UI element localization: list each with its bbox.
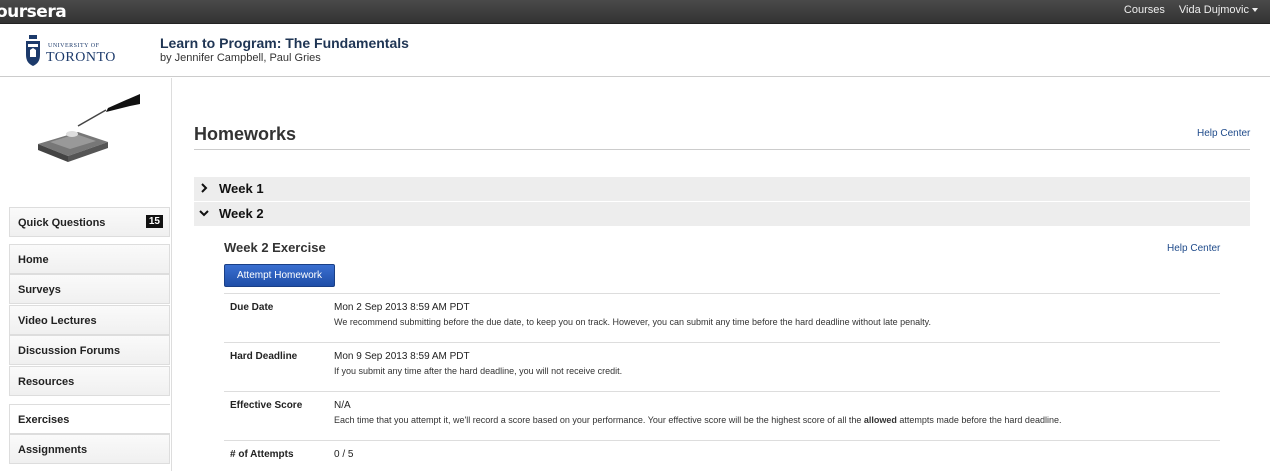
logo-toronto: TORONTO <box>46 50 116 65</box>
logo-university-of: UNIVERSITY OF <box>48 43 100 49</box>
attempts-row: # of Attempts 0 / 5 <box>224 440 1220 471</box>
sidebar-item-label: Resources <box>18 376 75 388</box>
sidebar-item-label: Quick Questions <box>18 217 106 229</box>
sidebar-item-label: Discussion Forums <box>18 345 121 357</box>
sidebar-item-surveys[interactable]: Surveys <box>9 274 170 304</box>
hard-deadline-row: Hard Deadline Mon 9 Sep 2013 8:59 AM PDT… <box>224 342 1220 391</box>
course-title[interactable]: Learn to Program: The Fundamentals <box>160 35 409 51</box>
help-center-link[interactable]: Help Center <box>1197 128 1250 139</box>
exercise-title: Week 2 Exercise <box>224 240 326 255</box>
sidebar-item-resources[interactable]: Resources <box>9 366 170 396</box>
crest-icon <box>26 35 40 66</box>
course-header: UNIVERSITY OF TORONTO Learn to Program: … <box>0 25 1270 77</box>
count-badge: 15 <box>145 215 163 228</box>
week-label: Week 2 <box>219 206 264 221</box>
course-authors: by Jennifer Campbell, Paul Gries <box>160 52 321 64</box>
sidebar-item-assignments[interactable]: Assignments <box>9 434 170 464</box>
attempt-homework-button[interactable]: Attempt Homework <box>224 264 335 287</box>
sidebar-item-label: Home <box>18 254 49 266</box>
effective-score-row: Effective Score N/A Each time that you a… <box>224 391 1220 440</box>
university-logo[interactable]: UNIVERSITY OF TORONTO <box>24 35 124 69</box>
top-right-menu: Courses Vida Dujmovic <box>1124 4 1258 16</box>
due-date-value: Mon 2 Sep 2013 8:59 AM PDT <box>334 302 470 313</box>
effective-score-label: Effective Score <box>230 400 303 411</box>
sidebar-item-home[interactable]: Home <box>9 244 170 274</box>
hard-deadline-value: Mon 9 Sep 2013 8:59 AM PDT <box>334 351 470 362</box>
sidebar-item-label: Assignments <box>18 444 88 456</box>
effective-score-value: N/A <box>334 400 351 411</box>
sidebar-item-label: Exercises <box>18 414 70 426</box>
caret-down-icon <box>1252 8 1258 13</box>
note-text: Each time that you attempt it, we'll rec… <box>334 415 864 425</box>
sidebar-item-label: Surveys <box>18 284 61 296</box>
attempts-label: # of Attempts <box>230 449 294 460</box>
effective-score-note: Each time that you attempt it, we'll rec… <box>334 415 1061 425</box>
courses-link[interactable]: Courses <box>1124 4 1165 16</box>
sidebar: Quick Questions 15 Home Surveys Video Le… <box>0 78 172 471</box>
sidebar-item-video-lectures[interactable]: Video Lectures <box>9 305 170 335</box>
course-thumbnail-image <box>38 94 140 162</box>
sidebar-item-label: Video Lectures <box>18 315 97 327</box>
sidebar-item-discussion-forums[interactable]: Discussion Forums <box>9 335 170 365</box>
divider <box>194 149 1250 150</box>
sidebar-item-quick-questions[interactable]: Quick Questions 15 <box>9 207 170 237</box>
top-navbar: oursera Courses Vida Dujmovic <box>0 0 1270 24</box>
exercise-help-center-link[interactable]: Help Center <box>1167 243 1220 254</box>
user-name: Vida Dujmovic <box>1178 4 1249 16</box>
sidebar-item-exercises[interactable]: Exercises <box>9 404 170 434</box>
chevron-right-icon <box>201 183 208 193</box>
hard-deadline-note: If you submit any time after the hard de… <box>334 366 623 376</box>
week-label: Week 1 <box>219 181 264 196</box>
due-date-note: We recommend submitting before the due d… <box>334 317 932 327</box>
due-date-label: Due Date <box>230 302 274 313</box>
note-bold-text: allowed <box>863 415 897 425</box>
user-menu[interactable]: Vida Dujmovic <box>1179 4 1258 16</box>
week-2-toggle[interactable]: Week 2 <box>194 202 1250 226</box>
week-1-toggle[interactable]: Week 1 <box>194 177 1250 201</box>
note-text: attempts made before the hard deadline. <box>896 415 1062 425</box>
page-title: Homeworks <box>194 124 297 144</box>
chevron-down-icon <box>199 210 209 217</box>
attempts-value: 0 / 5 <box>334 449 354 460</box>
coursera-logo[interactable]: oursera <box>0 2 67 22</box>
due-date-row: Due Date Mon 2 Sep 2013 8:59 AM PDT We r… <box>224 293 1220 342</box>
hard-deadline-label: Hard Deadline <box>230 351 298 362</box>
